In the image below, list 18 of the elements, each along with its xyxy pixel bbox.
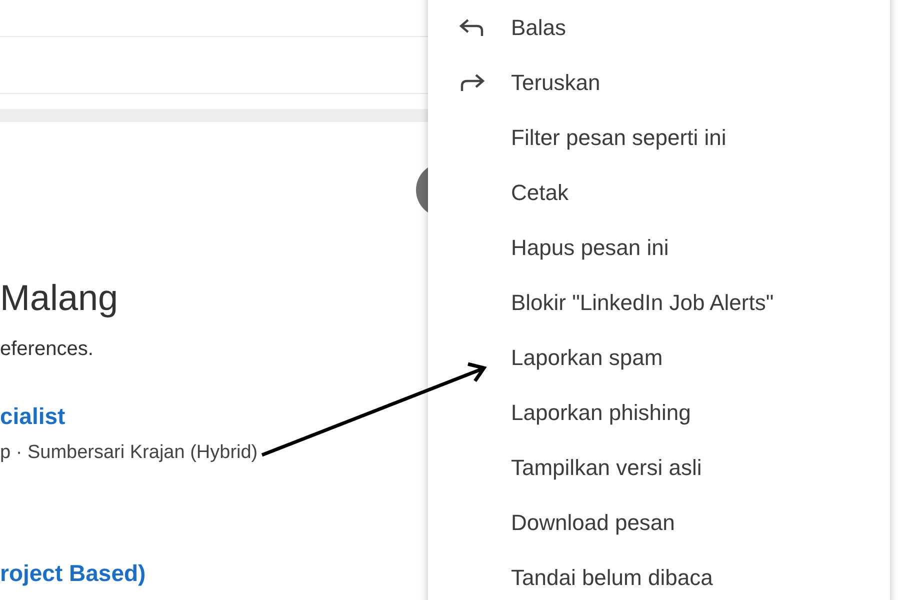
menu-item[interactable]: Balas — [428, 0, 890, 55]
menu-item[interactable]: Cetak — [428, 165, 890, 220]
reply-icon — [459, 18, 485, 38]
menu-item[interactable]: Blokir "LinkedIn Job Alerts" — [428, 275, 890, 330]
email-heading: Malang — [0, 276, 120, 320]
menu-item[interactable]: Laporkan phishing — [428, 385, 890, 440]
intro-text: eferences. — [0, 338, 94, 361]
menu-item[interactable]: Hapus pesan ini — [428, 220, 890, 275]
menu-item[interactable]: Filter pesan seperti ini — [428, 110, 890, 165]
menu-item[interactable]: Tandai belum dibaca — [428, 550, 890, 600]
menu-item[interactable]: Laporkan spam — [428, 330, 890, 385]
menu-item[interactable]: Download pesan — [428, 495, 890, 550]
job-title-link[interactable]: roject Based) — [0, 560, 430, 587]
job-title-link[interactable]: cialist — [0, 403, 430, 430]
job-details: p · Sumbersari Krajan (Hybrid) — [0, 442, 259, 464]
forward-icon — [459, 72, 485, 92]
menu-item[interactable]: Teruskan — [428, 55, 890, 110]
menu-item[interactable]: Tampilkan versi asli — [428, 440, 890, 495]
